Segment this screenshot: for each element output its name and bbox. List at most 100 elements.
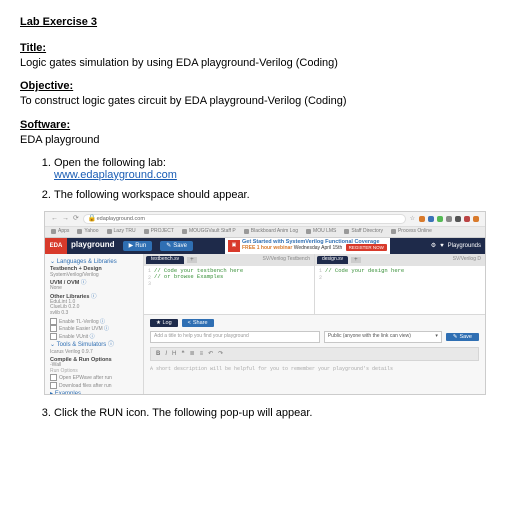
step-1-text: Open the following lab: — [54, 157, 166, 169]
bold-icon[interactable]: B — [156, 351, 160, 358]
save-button-header[interactable]: ✎ Save — [160, 241, 193, 252]
lab-link[interactable]: www.edaplayground.com — [54, 169, 177, 181]
playgrounds-link[interactable]: Playgrounds — [448, 243, 481, 250]
italic-icon[interactable]: I — [165, 351, 167, 358]
list-icon[interactable]: ≣ — [190, 351, 195, 358]
lock-icon: 🔒 — [88, 215, 97, 223]
workspace-screenshot: ← → ⟳ 🔒 edaplayground.com ☆ Apps Yahoo L… — [44, 211, 486, 395]
title-text: Logic gates simulation by using EDA play… — [20, 56, 488, 70]
bookmark-item[interactable]: Staff Directory — [344, 229, 383, 235]
ext-icon[interactable] — [437, 216, 443, 222]
software-heading: Software: — [20, 119, 488, 131]
favorite-icon[interactable]: ♥ — [440, 243, 444, 250]
design-editor[interactable]: 12 // Code your design here — [315, 266, 485, 314]
star-icon[interactable]: ☆ — [410, 216, 415, 223]
info-icon[interactable]: ⓘ — [90, 334, 95, 340]
lib-item[interactable]: svlib 0.3 — [50, 311, 138, 317]
ext-icon[interactable] — [464, 216, 470, 222]
software-text: EDA playground — [20, 133, 488, 147]
save-button[interactable]: ✎ Save — [446, 333, 479, 341]
testbench-pane: testbench.sv + SV/Verilog Testbench 123 … — [144, 254, 315, 314]
title-heading: Title: — [20, 42, 488, 54]
objective-heading: Objective: — [20, 80, 488, 92]
step-3: Click the RUN icon. The following pop-up… — [54, 407, 488, 419]
bookmark-item[interactable]: MOUGGVault Staff P — [182, 229, 236, 235]
tab-add[interactable]: + — [187, 257, 197, 264]
steps-list: Open the following lab: www.edaplaygroun… — [20, 157, 488, 201]
log-tab[interactable]: ★ Log — [150, 319, 178, 327]
settings-icon[interactable]: ⚙ — [431, 243, 436, 250]
checkbox[interactable] — [50, 318, 57, 325]
url-text: edaplayground.com — [97, 216, 145, 222]
redo-icon[interactable]: ↷ — [218, 351, 223, 358]
info-icon[interactable]: ⓘ — [91, 294, 97, 300]
title-input[interactable]: Add a title to help you find your playgr… — [150, 331, 320, 343]
checkbox[interactable] — [50, 325, 57, 332]
app-header: EDA playground ▶ Run ✎ Save ▣ Get Starte… — [45, 238, 485, 254]
browser-chrome: ← → ⟳ 🔒 edaplayground.com ☆ — [45, 212, 485, 227]
info-icon[interactable]: ⓘ — [108, 342, 114, 348]
section-languages: ⌄ Languages & Libraries — [50, 259, 138, 266]
forward-icon[interactable]: → — [62, 215, 69, 223]
testbench-editor[interactable]: 123 // Code your testbench here// or bro… — [144, 266, 314, 314]
back-icon[interactable]: ← — [51, 215, 58, 223]
steps-list-2: Click the RUN icon. The following pop-up… — [20, 407, 488, 419]
visibility-select[interactable]: Public (anyone with the link can view)▾ — [324, 331, 442, 343]
workspace: ⌄ Languages & Libraries Testbench + Desi… — [45, 254, 485, 394]
promo-sub2: Wednesday April 15th — [294, 245, 343, 251]
quote-icon[interactable]: ❝ — [181, 351, 184, 358]
bookmark-item[interactable]: PROJECT — [144, 229, 174, 235]
reload-icon[interactable]: ⟳ — [73, 215, 79, 223]
info-icon[interactable]: ⓘ — [81, 280, 87, 286]
bookmark-item[interactable]: MOU LMS — [306, 229, 336, 235]
promo-sub1: FREE 1 hour webinar — [242, 245, 292, 251]
info-icon[interactable]: ⓘ — [100, 319, 105, 325]
bookmark-item[interactable]: Yahoo — [77, 229, 98, 235]
doulos-icon: ▣ — [228, 240, 240, 252]
extension-icons — [419, 216, 479, 222]
ext-icon[interactable] — [473, 216, 479, 222]
checkbox[interactable] — [50, 374, 57, 381]
tab-design[interactable]: design.sv — [317, 256, 348, 264]
description-placeholder[interactable]: A short description will be helpful for … — [150, 367, 479, 373]
ext-icon[interactable] — [419, 216, 425, 222]
register-button[interactable]: REGISTER NOW — [346, 244, 387, 251]
bookmark-item[interactable]: Process Online — [391, 229, 432, 235]
promo-banner[interactable]: ▣ Get Started with SystemVerilog Functio… — [225, 238, 390, 254]
section-examples[interactable]: ▸ Examples — [50, 391, 138, 394]
checkbox[interactable] — [50, 382, 57, 389]
info-icon[interactable]: ⓘ — [104, 326, 109, 332]
ext-icon[interactable] — [446, 216, 452, 222]
chevron-down-icon: ▾ — [435, 334, 438, 340]
bookmark-item[interactable]: Lazy TRU — [107, 229, 136, 235]
run-button[interactable]: ▶ Run — [123, 241, 153, 252]
app-name: playground — [71, 241, 115, 250]
step-2: The following workspace should appear. — [54, 189, 488, 201]
logo-icon: EDA — [45, 238, 67, 254]
richtext-toolbar[interactable]: B I H ❝ ≣ ≡ ↶ ↷ — [150, 347, 479, 361]
tool-select[interactable]: Icarus Verilog 0.9.7 — [50, 350, 138, 356]
design-pane: design.sv + SV/Verilog D 12 // Code your… — [315, 254, 485, 314]
bookmarks-bar: Apps Yahoo Lazy TRU PROJECT MOUGGVault S… — [45, 227, 485, 238]
heading-icon[interactable]: H — [172, 351, 176, 358]
lab-heading: Lab Exercise 3 — [20, 16, 488, 28]
step-1: Open the following lab: www.edaplaygroun… — [54, 157, 488, 181]
checkbox[interactable] — [50, 333, 57, 340]
pane-label: SV/Verilog Testbench — [263, 257, 310, 263]
tb-design-sub: SystemVerilog/Verilog — [50, 273, 138, 279]
sidebar: ⌄ Languages & Libraries Testbench + Desi… — [45, 254, 144, 394]
tab-testbench[interactable]: testbench.sv — [146, 256, 184, 264]
share-tab[interactable]: < Share — [182, 319, 214, 327]
ext-icon[interactable] — [428, 216, 434, 222]
url-field[interactable]: 🔒 edaplayground.com — [83, 214, 406, 224]
uvm-none[interactable]: None — [50, 286, 138, 292]
tab-add[interactable]: + — [351, 257, 361, 264]
olist-icon[interactable]: ≡ — [200, 351, 204, 358]
bookmark-item[interactable]: Apps — [51, 229, 69, 235]
editor-area: testbench.sv + SV/Verilog Testbench 123 … — [144, 254, 485, 394]
ext-icon[interactable] — [455, 216, 461, 222]
objective-text: To construct logic gates circuit by EDA … — [20, 94, 488, 108]
undo-icon[interactable]: ↶ — [208, 351, 213, 358]
bookmark-item[interactable]: Blackboard Anim Log — [244, 229, 298, 235]
section-tools: ⌄ Tools & Simulators ⓘ — [50, 342, 138, 349]
